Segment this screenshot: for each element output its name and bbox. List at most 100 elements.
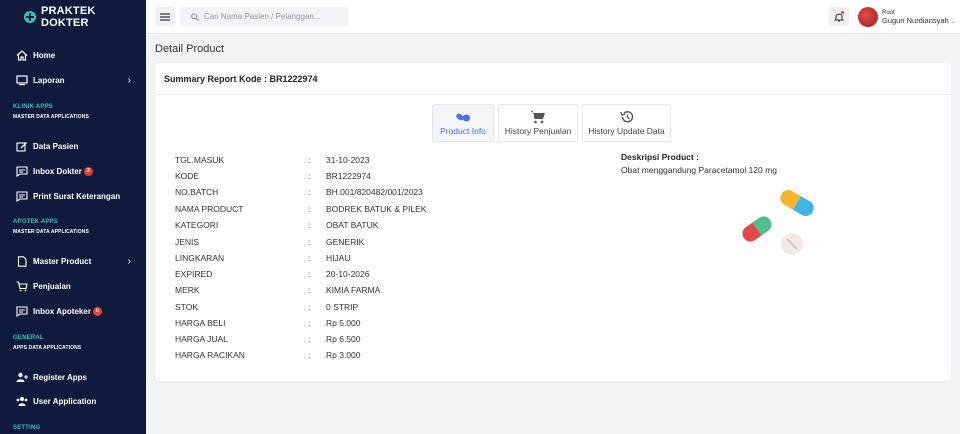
sidebar-item-label: Penjualan bbox=[33, 281, 71, 291]
menu-toggle-button[interactable] bbox=[155, 7, 175, 26]
detail-label: MERK bbox=[175, 285, 200, 295]
sidebar-item-label: Master Product bbox=[33, 256, 92, 266]
search-box[interactable] bbox=[180, 7, 349, 26]
detail-value: BODREK BATUK & PILEK bbox=[326, 204, 427, 214]
user-name: Gugun Nurdiansyah ⌄ bbox=[882, 15, 956, 25]
sidebar-item-home[interactable]: Home bbox=[0, 45, 146, 65]
sidebar-item-print-surat[interactable]: Print Surat Keterangan bbox=[0, 186, 146, 206]
home-icon bbox=[16, 49, 28, 61]
search-icon bbox=[191, 12, 199, 21]
sidebar-item-user-application[interactable]: User Application bbox=[0, 391, 146, 411]
avatar bbox=[858, 7, 878, 27]
detail-label: KODE bbox=[175, 171, 200, 181]
section-subtitle-klinik: MASTER DATA APPLICATIONS bbox=[13, 114, 89, 120]
sidebar-item-inbox-dokter[interactable]: Inbox Dokter 2 bbox=[0, 161, 146, 181]
sidebar-item-label: Inbox Apoteker bbox=[33, 306, 91, 316]
detail-label: STOK bbox=[175, 302, 198, 312]
sidebar-item-laporan[interactable]: Laporan › bbox=[0, 70, 146, 90]
detail-label: JENIS bbox=[175, 237, 200, 247]
detail-colon: : bbox=[308, 350, 311, 360]
card-title: Summary Report Kode : BR1222974 bbox=[155, 63, 951, 95]
detail-label: HARGA BELI bbox=[175, 318, 226, 328]
detail-colon: : bbox=[308, 171, 311, 181]
sidebar-item-master-product[interactable]: Master Product › bbox=[0, 251, 146, 271]
description-text: Obat menggandung Paracetamol 120 mg bbox=[621, 165, 777, 175]
notification-button[interactable] bbox=[829, 7, 849, 26]
detail-label: KATEGORI bbox=[175, 220, 219, 230]
detail-colon: : bbox=[308, 237, 311, 247]
sidebar-item-label: Register Apps bbox=[33, 372, 87, 382]
history-icon bbox=[619, 111, 633, 123]
detail-label: HARGA RACIKAN bbox=[175, 350, 245, 360]
pills-icon bbox=[456, 113, 470, 122]
detail-value: Rp 5.000 bbox=[326, 318, 361, 328]
search-input[interactable] bbox=[204, 12, 344, 21]
detail-colon: : bbox=[308, 253, 311, 263]
detail-value: OBAT BATUK bbox=[326, 220, 379, 230]
chevron-right-icon: › bbox=[127, 74, 131, 86]
tab-label: History Penjualan bbox=[504, 126, 572, 136]
detail-colon: : bbox=[308, 318, 311, 328]
detail-label: EXPIRED bbox=[175, 269, 213, 279]
sidebar-item-inbox-apoteker[interactable]: Inbox Apoteker 0 bbox=[0, 301, 146, 321]
section-title-klinik: KLINIK APPS bbox=[13, 104, 53, 110]
topbar: Root Gugun Nurdiansyah ⌄ bbox=[146, 0, 960, 34]
section-title-apotek: APOTEK APPS bbox=[13, 219, 58, 225]
brand-title: PRAKTEK DOKTER bbox=[40, 5, 96, 29]
inbox-icon bbox=[16, 305, 28, 317]
edit-icon bbox=[16, 141, 28, 152]
sidebar-item-label: Inbox Dokter bbox=[33, 166, 82, 176]
tab-history-update-data[interactable]: History Update Data bbox=[582, 104, 671, 142]
detail-label: HARGA JUAL bbox=[175, 334, 228, 344]
inbox-dokter-badge: 2 bbox=[83, 166, 93, 176]
file-icon bbox=[16, 255, 28, 267]
detail-label: NAMA PRODUCT bbox=[175, 204, 244, 214]
detail-value: Rp 3.000 bbox=[326, 350, 361, 360]
detail-colon: : bbox=[308, 187, 311, 197]
detail-value: 31-10-2023 bbox=[326, 155, 370, 165]
sidebar-item-label: Data Pasien bbox=[33, 141, 79, 151]
product-detail-card: Summary Report Kode : BR1222974 Product … bbox=[155, 63, 951, 381]
detail-value: HIJAU bbox=[326, 253, 351, 263]
detail-value: GENERIK bbox=[326, 237, 365, 247]
detail-value: Rp 6.500 bbox=[326, 334, 361, 344]
hamburger-icon bbox=[160, 12, 170, 21]
brand-logo-icon bbox=[24, 11, 36, 23]
sidebar-item-label: Laporan bbox=[33, 75, 65, 85]
detail-colon: : bbox=[308, 220, 311, 230]
tab-product-info[interactable]: Product Info bbox=[432, 104, 494, 142]
detail-label: TGL.MASUK bbox=[175, 155, 225, 165]
tab-history-penjualan[interactable]: History Penjualan bbox=[498, 104, 578, 142]
users-icon bbox=[16, 396, 28, 407]
detail-value: 0 STRIP bbox=[326, 302, 359, 312]
section-subtitle-general: APPS DATA APPLICATIONS bbox=[13, 345, 82, 351]
chevron-down-icon: ⌄ bbox=[950, 18, 956, 25]
detail-colon: : bbox=[308, 334, 311, 344]
print-icon bbox=[16, 190, 28, 202]
inbox-icon bbox=[16, 165, 28, 177]
section-title-general: GENERAL bbox=[13, 335, 44, 341]
description-title: Deskripsi Product : bbox=[621, 152, 699, 162]
page-title: Detail Product bbox=[155, 43, 225, 55]
detail-label: NO.BATCH bbox=[175, 187, 219, 197]
detail-value: BR1222974 bbox=[326, 171, 371, 181]
brand[interactable]: PRAKTEK DOKTER bbox=[0, 0, 146, 34]
sidebar-item-data-pasien[interactable]: Data Pasien bbox=[0, 136, 146, 156]
tab-label: Product Info bbox=[440, 126, 486, 136]
chevron-right-icon: › bbox=[127, 255, 131, 267]
cart-icon bbox=[530, 111, 545, 124]
sidebar-item-label: Print Surat Keterangan bbox=[33, 191, 121, 201]
sidebar-item-penjualan[interactable]: Penjualan bbox=[0, 276, 146, 296]
user-menu[interactable]: Root Gugun Nurdiansyah ⌄ bbox=[858, 7, 956, 27]
notification-dot bbox=[841, 11, 844, 14]
sidebar: PRAKTEK DOKTER Home Laporan › KLINIK APP… bbox=[0, 0, 146, 434]
sidebar-item-register-apps[interactable]: Register Apps bbox=[0, 367, 146, 387]
detail-colon: : bbox=[308, 302, 311, 312]
detail-colon: : bbox=[308, 155, 311, 165]
section-subtitle-apotek: MASTER DATA APPLICATIONS bbox=[13, 229, 89, 235]
inbox-apoteker-badge: 0 bbox=[92, 306, 102, 316]
detail-value: KIMIA FARMA bbox=[326, 285, 381, 295]
detail-colon: : bbox=[308, 269, 311, 279]
tab-label: History Update Data bbox=[588, 126, 665, 136]
detail-colon: : bbox=[308, 204, 311, 214]
